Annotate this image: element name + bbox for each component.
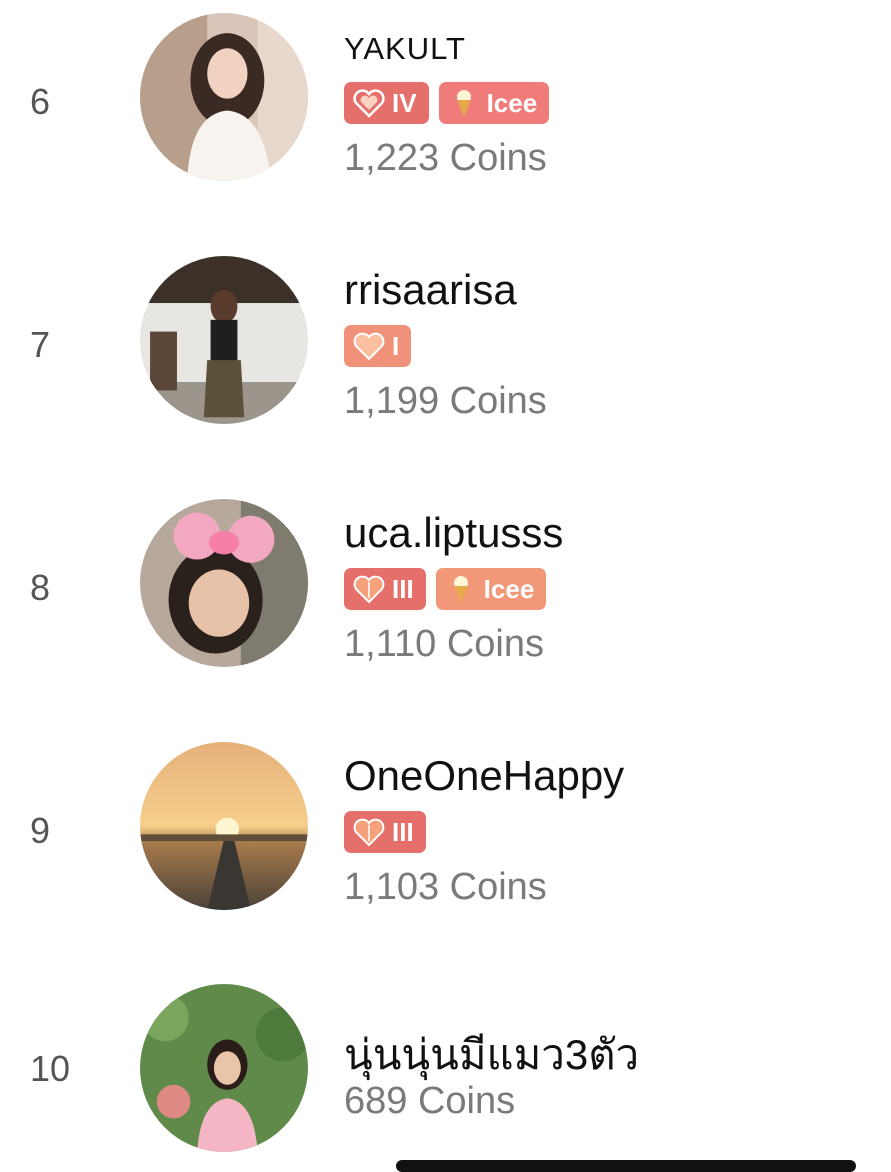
level-badge-label: III	[392, 573, 414, 604]
user-name[interactable]: OneOneHappy	[344, 752, 624, 800]
heart-level-icon	[352, 331, 386, 361]
level-badge: IV	[344, 82, 429, 124]
badge-list: IV Icee	[344, 82, 550, 124]
badge-list: III	[344, 811, 426, 853]
user-name[interactable]: นุ่นนุ่นมีแมว3ตัว	[344, 1022, 639, 1088]
coin-count: 1,110 Coins	[344, 623, 544, 665]
badge-list: I	[344, 325, 412, 367]
rank-number: 6	[30, 81, 51, 122]
avatar[interactable]	[140, 13, 308, 181]
coin-count: 1,223 Coins	[344, 137, 547, 179]
icee-badge-label: Icee	[486, 87, 538, 118]
rank-number: 10	[30, 1048, 71, 1089]
leaderboard-row-8[interactable]: 8 uca.liptusss III Icee 1,110 Coins	[0, 499, 891, 669]
avatar[interactable]	[140, 256, 308, 424]
heart-level-icon	[352, 88, 386, 118]
level-badge: III	[344, 811, 426, 853]
bottom-bar	[396, 1160, 856, 1172]
heart-level-icon	[352, 574, 386, 604]
coin-count: 1,103 Coins	[344, 866, 547, 908]
icee-badge: Icee	[438, 82, 550, 124]
coin-count: 1,199 Coins	[344, 380, 547, 422]
avatar[interactable]	[140, 984, 308, 1152]
user-name[interactable]: rrisaarisa	[344, 266, 517, 314]
badge-list: III Icee	[344, 568, 547, 610]
user-name[interactable]: uca.liptusss	[344, 509, 563, 557]
coin-count: 689 Coins	[344, 1080, 516, 1122]
leaderboard-row-6[interactable]: 6 YAKULT IV Icee 1,223 Coins	[0, 13, 891, 183]
leaderboard-row-9[interactable]: 9 OneOneHappy III 1,103 Coins	[0, 742, 891, 912]
heart-level-icon	[352, 817, 386, 847]
ice-cream-icon	[447, 88, 481, 118]
level-badge-label: I	[392, 330, 400, 361]
icee-badge-label: Icee	[483, 573, 535, 604]
level-badge-label: III	[392, 816, 414, 847]
level-badge: I	[344, 325, 412, 367]
rank-number: 9	[30, 810, 51, 851]
avatar[interactable]	[140, 742, 308, 910]
leaderboard-row-7[interactable]: 7 rrisaarisa I 1,199 Coins	[0, 256, 891, 426]
rank-number: 8	[30, 567, 51, 608]
user-name[interactable]: YAKULT	[344, 31, 466, 67]
leaderboard-row-10[interactable]: 10 นุ่นนุ่นมีแมว3ตัว 689 Coins	[0, 984, 891, 1154]
ice-cream-icon	[444, 574, 478, 604]
avatar[interactable]	[140, 499, 308, 667]
level-badge-label: IV	[392, 87, 417, 118]
icee-badge: Icee	[435, 568, 547, 610]
rank-number: 7	[30, 324, 51, 365]
level-badge: III	[344, 568, 426, 610]
